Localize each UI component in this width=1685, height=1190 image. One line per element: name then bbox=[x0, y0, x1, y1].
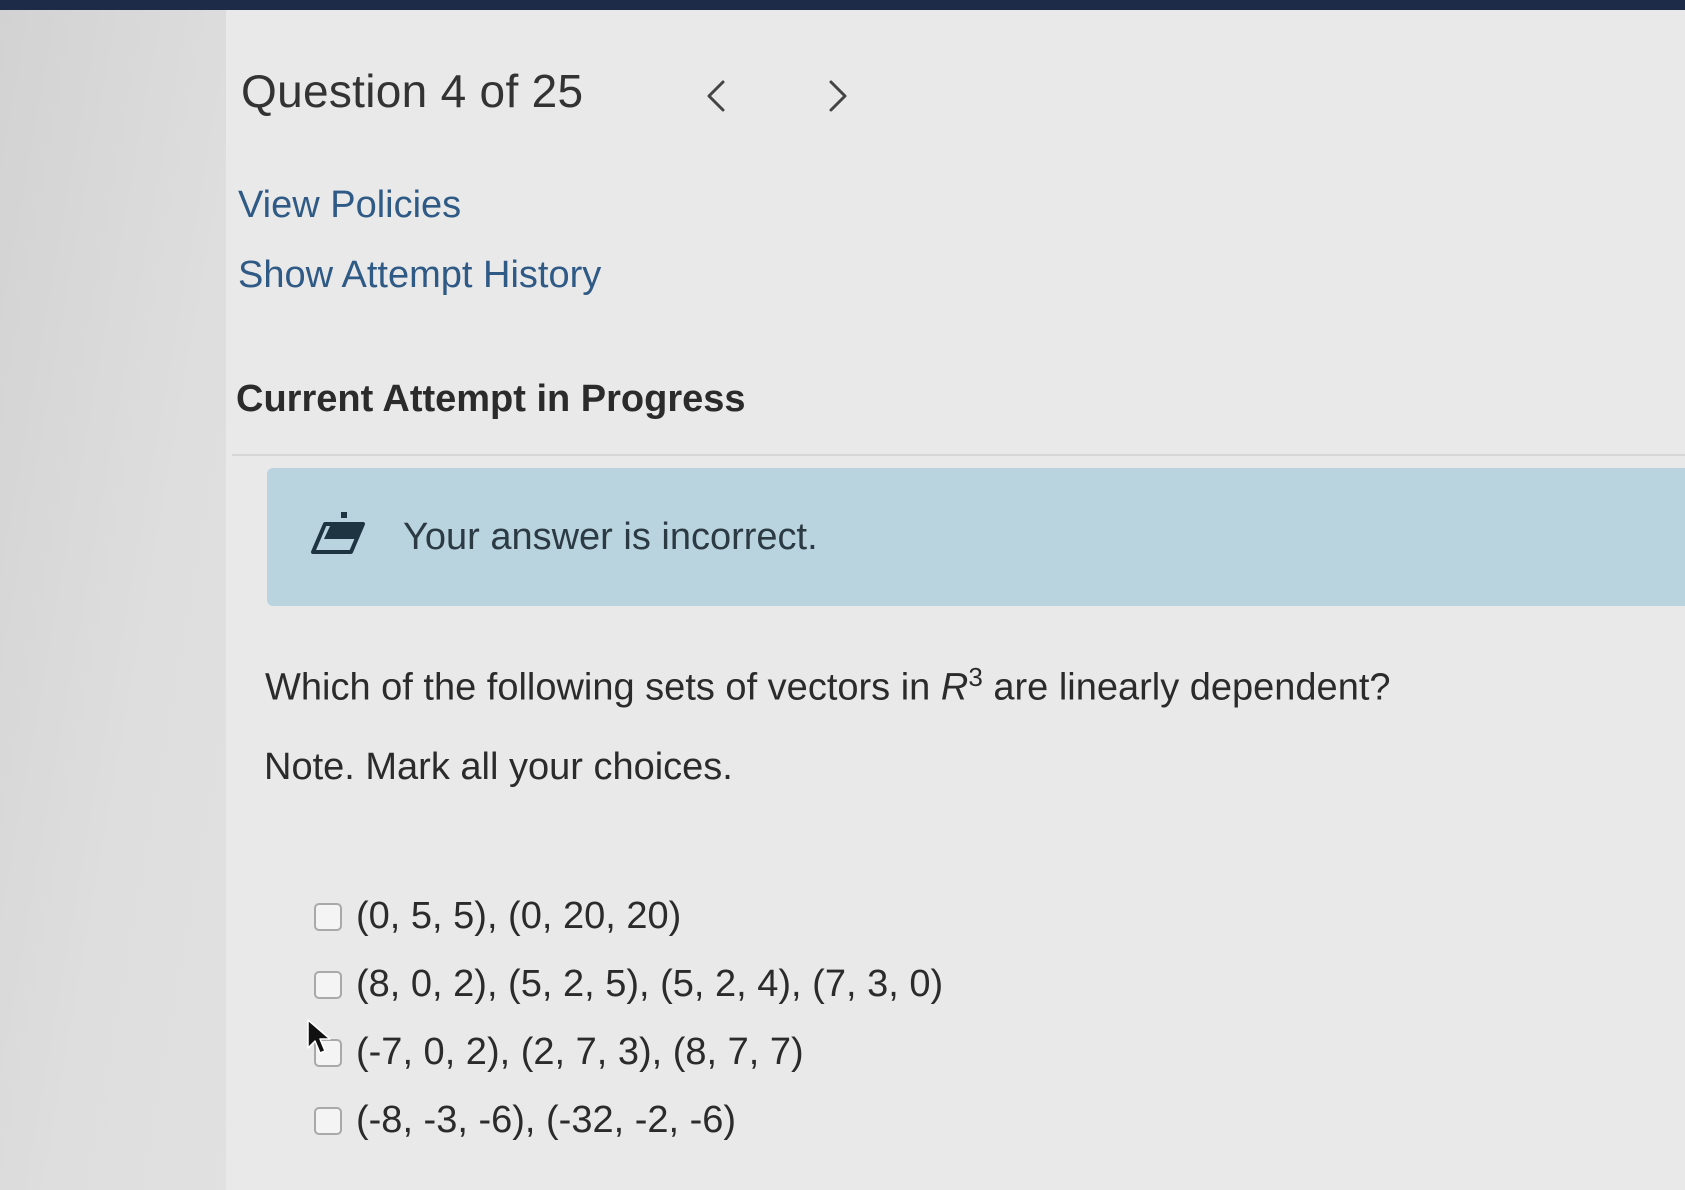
choice-item[interactable]: (-7, 0, 2), (2, 7, 3), (8, 7, 7) bbox=[314, 1031, 804, 1074]
question-header: Question 4 of 25 bbox=[241, 64, 583, 118]
section-divider bbox=[232, 454, 1685, 456]
show-attempt-history-link[interactable]: Show Attempt History bbox=[238, 254, 601, 297]
choice-checkbox[interactable] bbox=[314, 970, 342, 999]
choice-item[interactable]: (-8, -3, -6), (-32, -2, -6) bbox=[314, 1099, 736, 1142]
question-suffix: are linearly dependent? bbox=[982, 666, 1391, 709]
feedback-banner: Your answer is incorrect. bbox=[267, 468, 1685, 606]
chevron-left-icon bbox=[707, 80, 725, 112]
choice-label: (-8, -3, -6), (-32, -2, -6) bbox=[356, 1099, 737, 1141]
choice-label: (8, 0, 2), (5, 2, 5), (5, 2, 4), (7, 3, … bbox=[356, 963, 944, 1005]
choice-checkbox[interactable] bbox=[314, 1106, 342, 1135]
current-attempt-heading: Current Attempt in Progress bbox=[236, 378, 746, 420]
space-exponent: 3 bbox=[968, 662, 983, 692]
mouse-cursor-icon bbox=[307, 1019, 331, 1054]
choice-label: (-7, 0, 2), (2, 7, 3), (8, 7, 7) bbox=[356, 1031, 804, 1073]
question-note: Note. Mark all your choices. bbox=[264, 746, 733, 788]
feedback-message: Your answer is incorrect. bbox=[403, 516, 818, 558]
space-symbol: R bbox=[940, 666, 969, 709]
view-policies-link[interactable]: View Policies bbox=[238, 184, 461, 227]
question-prefix: Which of the following sets of vectors i… bbox=[265, 666, 941, 709]
top-bar bbox=[0, 0, 1685, 10]
question-prompt: Which of the following sets of vectors i… bbox=[265, 662, 1391, 710]
choice-label: (0, 5, 5), (0, 20, 20) bbox=[356, 895, 682, 937]
choice-item[interactable]: (8, 0, 2), (5, 2, 5), (5, 2, 4), (7, 3, … bbox=[314, 963, 943, 1006]
question-counter: Question 4 of 25 bbox=[241, 65, 584, 117]
previous-question-button[interactable] bbox=[686, 66, 746, 126]
choice-item[interactable]: (0, 5, 5), (0, 20, 20) bbox=[314, 895, 681, 938]
next-question-button[interactable] bbox=[808, 66, 868, 126]
choice-checkbox[interactable] bbox=[314, 902, 342, 931]
chevron-right-icon bbox=[829, 80, 847, 112]
eraser-icon bbox=[311, 512, 365, 554]
